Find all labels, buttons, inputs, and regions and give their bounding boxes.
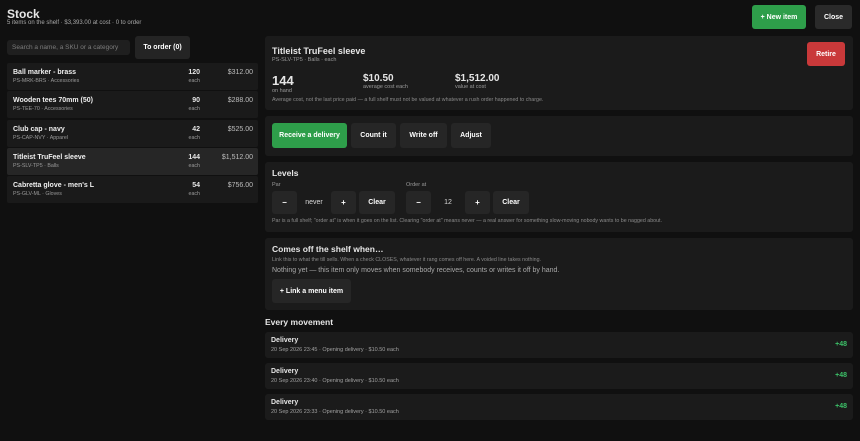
movement-meta: 20 Sep 2026 23:40 · Opening delivery · $… <box>271 377 399 384</box>
shelf-empty-state: Nothing yet — this item only moves when … <box>272 267 560 274</box>
on-hand-label: on hand <box>272 88 292 94</box>
item-unit: each <box>188 162 201 169</box>
item-unit: each <box>188 106 201 113</box>
levels-title: Levels <box>272 168 299 178</box>
to-order-button[interactable]: To order (0) <box>135 36 190 59</box>
item-qty: 42 <box>192 125 200 133</box>
movement-title: Every movement <box>265 317 334 327</box>
value-at-cost: $1,512.00 <box>455 73 500 84</box>
item-unit: each <box>188 134 201 141</box>
shelf-title: Comes off the shelf when… <box>272 244 384 254</box>
avg-cost-value: $10.50 <box>363 73 394 84</box>
item-qty: 54 <box>192 182 200 190</box>
stock-item[interactable]: Club cap - navy PS-CAP-NVY · Apparel 42 … <box>7 119 258 147</box>
par-clear-button[interactable]: Clear <box>359 191 395 214</box>
item-qty: 144 <box>188 153 200 161</box>
item-value: $756.00 <box>227 182 253 190</box>
movement-qty: +48 <box>835 372 847 379</box>
on-hand-value: 144 <box>272 73 294 88</box>
stock-item[interactable]: Wooden tees 70mm (50) PS-TEE-70 · Access… <box>7 91 258 119</box>
item-value: $525.00 <box>227 125 253 133</box>
write-off-button[interactable]: Write off <box>400 123 447 148</box>
count-button[interactable]: Count it <box>351 123 396 148</box>
order-clear-button[interactable]: Clear <box>493 191 529 214</box>
item-name: Wooden tees 70mm (50) <box>13 97 94 105</box>
levels-note: Par is a full shelf; "order at" is when … <box>272 218 662 224</box>
item-unit: each <box>188 191 201 198</box>
order-decrement-button[interactable]: − <box>406 191 431 214</box>
movement-row: Delivery 20 Sep 2026 23:40 · Opening del… <box>265 363 853 389</box>
new-item-button[interactable]: + New item <box>752 5 806 29</box>
item-name: Titleist TruFeel sleeve <box>13 153 86 161</box>
order-at-label: Order at <box>406 182 427 188</box>
average-cost-note: Average cost, not the last price paid — … <box>272 97 544 103</box>
par-increment-button[interactable]: + <box>331 191 356 214</box>
retire-button[interactable]: Retire <box>807 42 845 66</box>
close-button[interactable]: Close <box>815 5 852 29</box>
link-menu-item-button[interactable]: + Link a menu item <box>272 279 351 303</box>
movement-row: Delivery 20 Sep 2026 23:45 · Opening del… <box>265 332 853 358</box>
movement-qty: +48 <box>835 341 847 348</box>
item-detail-panel: Titleist TruFeel sleeve PS-SLV-TP5 · Bal… <box>265 36 853 110</box>
item-meta: PS-TEE-70 · Accessories <box>13 106 73 113</box>
par-decrement-button[interactable]: − <box>272 191 297 214</box>
value-at-cost-label: value at cost <box>455 84 486 90</box>
avg-cost-label: average cost each <box>363 84 408 90</box>
item-value: $1,512.00 <box>221 153 253 161</box>
shelf-link-panel: Comes off the shelf when… Link this to w… <box>265 238 853 310</box>
receive-delivery-button[interactable]: Receive a delivery <box>272 123 347 148</box>
movement-row: Delivery 20 Sep 2026 23:33 · Opening del… <box>265 394 853 420</box>
stock-item[interactable]: Cabretta glove - men's L PS-GLV-ML · Glo… <box>7 176 258 204</box>
item-meta: PS-CAP-NVY · Apparel <box>13 134 68 141</box>
item-qty: 90 <box>192 97 200 105</box>
order-at-value: 12 <box>444 199 452 206</box>
shelf-note: Link this to what the till sells. When a… <box>272 257 542 263</box>
item-value: $312.00 <box>227 69 253 76</box>
page-subtitle: 5 items on the shelf · $3,393.00 at cost… <box>7 20 142 26</box>
item-meta: PS-GLV-ML · Gloves <box>13 191 62 198</box>
item-meta: PS-MRK-BRS · Accessories <box>13 78 80 84</box>
movement-type: Delivery <box>271 368 299 375</box>
item-name: Cabretta glove - men's L <box>13 182 95 190</box>
adjust-button[interactable]: Adjust <box>451 123 491 148</box>
movement-type: Delivery <box>271 337 299 344</box>
item-name: Ball marker - brass <box>13 69 77 76</box>
movement-type: Delivery <box>271 399 299 406</box>
stock-item[interactable]: Ball marker - brass PS-MRK-BRS · Accesso… <box>7 63 258 90</box>
page-title: Stock <box>7 7 40 21</box>
detail-title: Titleist TruFeel sleeve <box>272 46 366 56</box>
search-input[interactable] <box>7 40 130 55</box>
item-qty: 120 <box>188 69 200 76</box>
stock-item-selected[interactable]: Titleist TruFeel sleeve PS-SLV-TP5 · Bal… <box>7 147 258 175</box>
item-value: $288.00 <box>227 97 253 105</box>
par-value: never <box>305 199 323 206</box>
movement-qty: +48 <box>835 403 847 410</box>
item-name: Club cap - navy <box>13 125 65 133</box>
item-meta: PS-SLV-TP5 · Balls <box>13 162 59 169</box>
item-unit: each <box>188 78 201 84</box>
movement-meta: 20 Sep 2026 23:33 · Opening delivery · $… <box>271 408 399 415</box>
par-label: Par <box>272 182 281 188</box>
order-increment-button[interactable]: + <box>465 191 490 214</box>
actions-panel: Receive a delivery Count it Write off Ad… <box>265 116 853 156</box>
stock-list: Ball marker - brass PS-MRK-BRS · Accesso… <box>7 63 258 204</box>
detail-subtitle: PS-SLV-TP5 · Balls · each <box>272 57 337 63</box>
levels-panel: Levels Par − never + Clear Order at − 12… <box>265 162 853 232</box>
movement-meta: 20 Sep 2026 23:45 · Opening delivery · $… <box>271 346 399 353</box>
